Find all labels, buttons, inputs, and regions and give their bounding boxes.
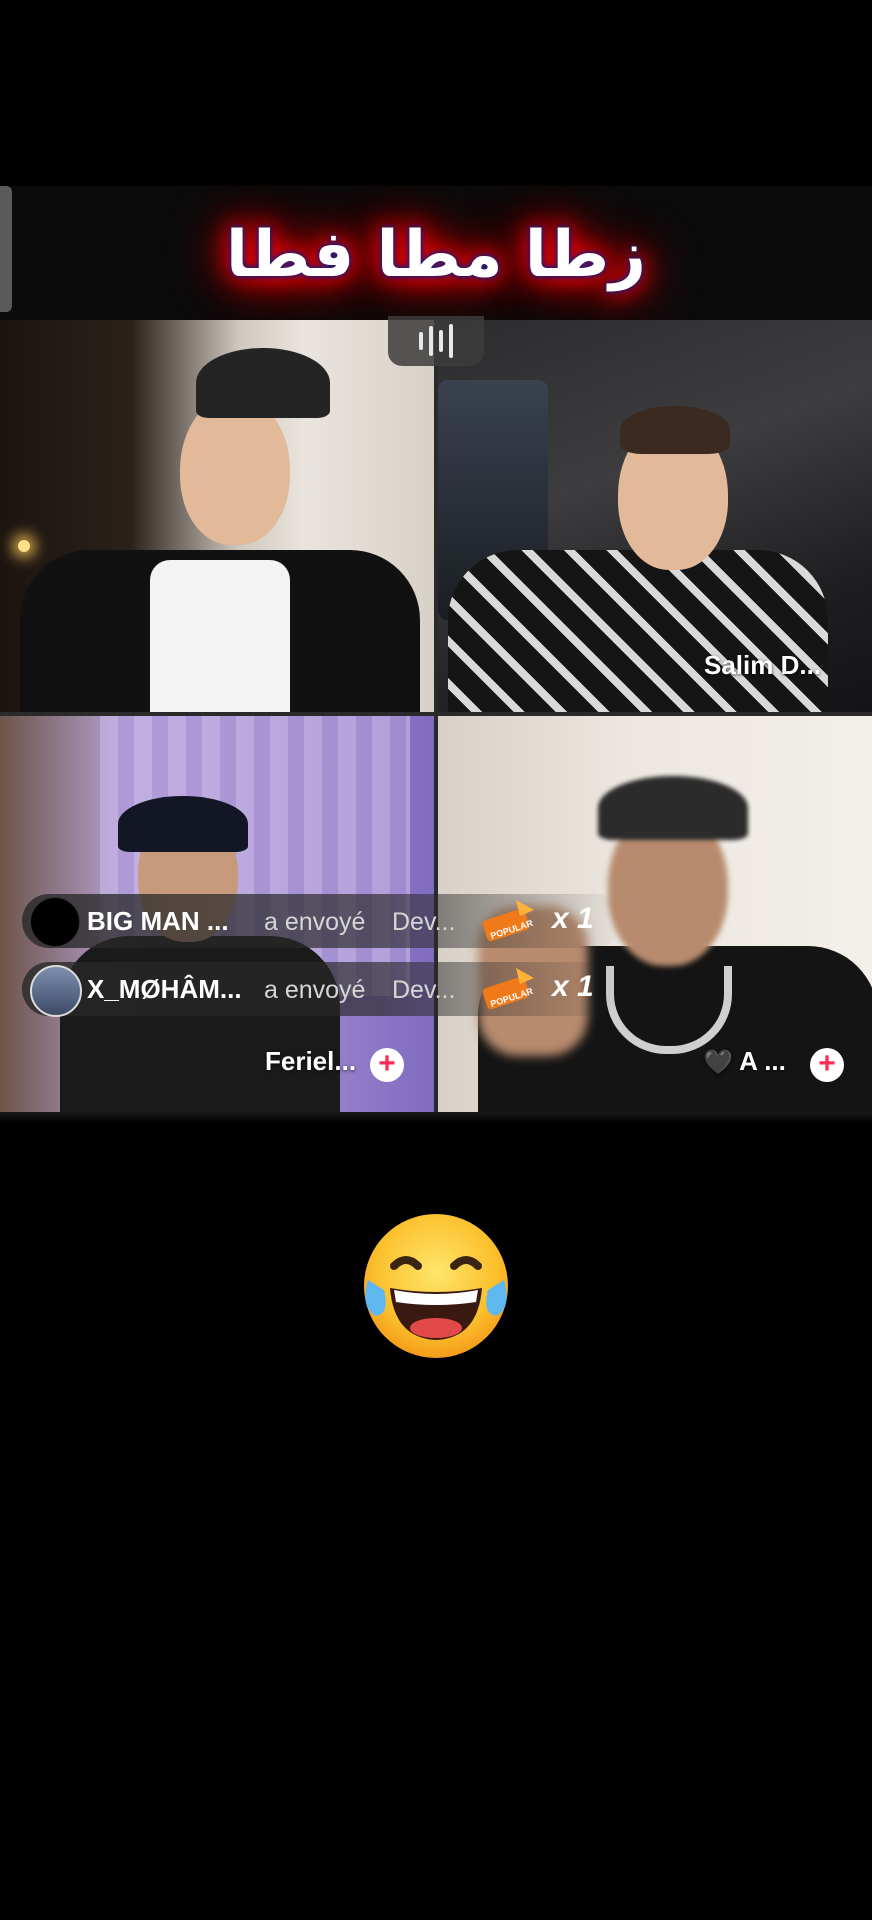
laughing-tears-emoji <box>364 1214 508 1358</box>
plus-icon: + <box>818 1047 836 1080</box>
gift-name: Dev... <box>392 976 456 1004</box>
participant-name-text: A ... <box>739 1046 786 1076</box>
gift-action-text: a envoyé <box>264 908 366 936</box>
popular-gift-icon: POPULAR <box>482 968 535 1010</box>
participant-name: Feriel... <box>265 1046 357 1076</box>
video-tile-2[interactable]: Salim D... <box>438 320 872 712</box>
stream-title: زطا مطا فطا <box>226 218 646 292</box>
gift-action-text: a envoyé <box>264 976 366 1004</box>
grid-bottom-edge <box>0 1112 872 1122</box>
street-light <box>18 540 30 552</box>
video-tile-1[interactable] <box>0 320 434 712</box>
plus-icon: + <box>378 1047 396 1080</box>
gift-notification: BIG MAN ... a envoyé Dev... POPULAR x 1 <box>22 894 622 948</box>
avatar[interactable] <box>30 965 82 1017</box>
avatar[interactable] <box>30 897 80 947</box>
gift-sender-name: X_MØHÂM... <box>87 974 242 1004</box>
follow-button[interactable]: + <box>810 1048 844 1082</box>
gift-notification: X_MØHÂM... a envoyé Dev... POPULAR x 1 <box>22 962 622 1017</box>
grid-divider <box>0 712 872 716</box>
audio-levels-icon[interactable] <box>388 316 484 366</box>
participant-name: Salim D... <box>704 650 822 680</box>
follow-button[interactable]: + <box>370 1048 404 1082</box>
heart-badge-icon: 🖤 <box>703 1049 733 1076</box>
gift-count: x 1 <box>552 902 594 935</box>
gift-count: x 1 <box>552 970 594 1003</box>
gift-sender-name: BIG MAN ... <box>87 906 229 936</box>
popular-gift-icon: POPULAR <box>482 900 535 942</box>
participant-name: 🖤 A ... <box>703 1046 786 1077</box>
gift-name: Dev... <box>392 908 456 936</box>
